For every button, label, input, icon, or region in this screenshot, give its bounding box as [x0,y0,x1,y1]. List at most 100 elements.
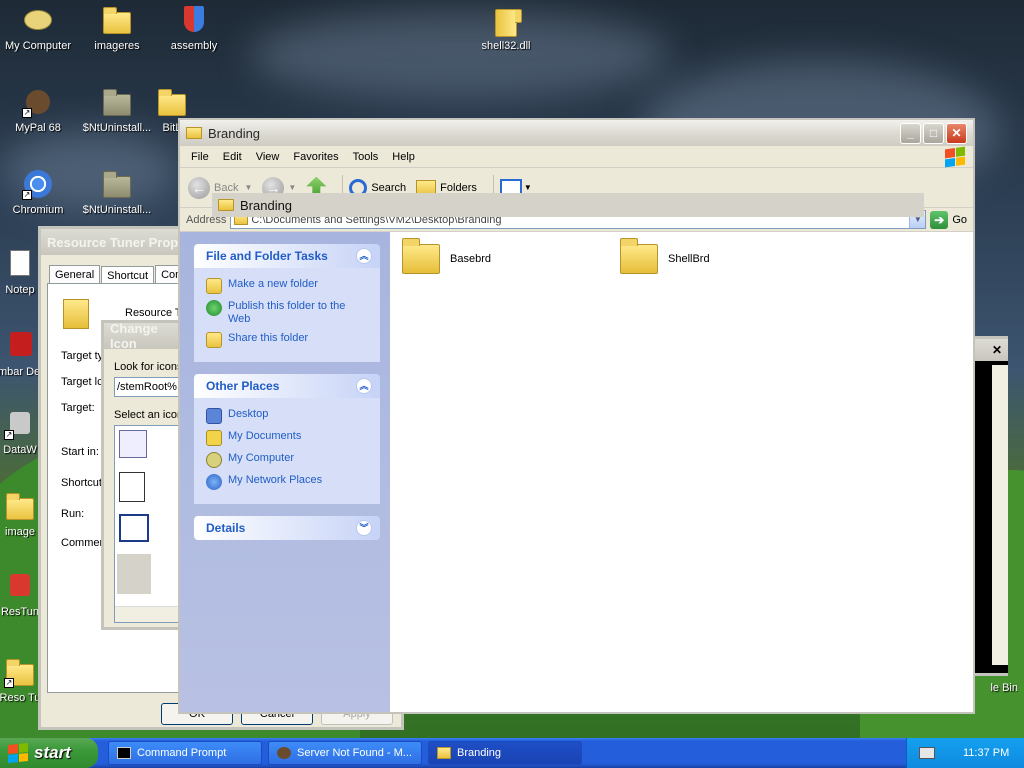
select-icon-label: Select an icon [114,409,184,421]
windows-logo-icon [8,742,28,764]
folder-icon [186,127,202,139]
restuner-icon [4,570,36,602]
folder-icon [437,747,451,759]
go-arrow-icon: ➔ [930,210,949,229]
rt-run-label: Run: [61,508,85,520]
make-new-folder-link[interactable]: Make a new folder [206,278,368,294]
back-arrow-icon: ← [188,176,210,199]
file-list-area[interactable]: Basebrd ShellBrd [390,232,973,712]
other-places-panel: Other Places ︽ Desktop My Documents My C… [194,374,380,504]
menu-favorites[interactable]: Favorites [286,151,345,163]
windows-logo-icon [945,146,965,168]
file-folder-tasks-header[interactable]: File and Folder Tasks ︽ [194,244,380,268]
app-window-icon[interactable] [119,514,149,542]
close-icon[interactable]: ✕ [988,341,1006,359]
folder-item-shellbrd[interactable]: ShellBrd [620,238,710,274]
desktop-icon-assembly[interactable]: assembly [152,4,236,52]
rt-comment-label: Commen [61,537,106,549]
branding-titlebar[interactable]: Branding _ □ ✕ [180,120,973,146]
rt-target-label: Target: [61,402,95,414]
raccoon-icon: ↗ [22,86,54,118]
share-folder-link[interactable]: Share this folder [206,332,368,348]
globe-icon [206,300,222,316]
menu-view[interactable]: View [249,151,287,163]
cmd-titlebar[interactable]: ✕ [973,339,1008,361]
folder-icon[interactable] [117,554,151,594]
menu-bar: File Edit View Favorites Tools Help [180,146,973,168]
embarcadero-icon [4,330,36,362]
desktop-icon-chromium[interactable]: ↗ Chromium [0,168,80,216]
shortcut-folder-icon [63,299,89,329]
address-bar: Branding Address C:\Documents and Settin… [180,193,973,232]
publish-to-web-link[interactable]: Publish this folder to the Web [206,300,368,326]
close-button[interactable]: ✕ [946,122,967,144]
raccoon-icon [277,747,291,759]
clock[interactable]: 11:37 PM [963,747,1009,759]
folder-item-basebrd[interactable]: Basebrd [402,238,491,274]
taskbar-item-branding[interactable]: Branding [428,741,582,765]
new-folder-icon [206,278,222,294]
folder-icon [156,86,188,118]
folder-icon [101,4,133,36]
tab-general[interactable]: General [49,265,101,284]
taskbar-item-browser[interactable]: Server Not Found - M... [268,741,422,765]
menu-help[interactable]: Help [385,151,422,163]
file-folder-tasks-panel: File and Folder Tasks ︽ Make a new folde… [194,244,380,362]
menu-file[interactable]: File [184,151,216,163]
folder-icon [101,86,133,118]
go-button[interactable]: ➔ Go [930,210,967,229]
my-computer-link[interactable]: My Computer [206,452,368,468]
shield-icon [178,4,210,36]
my-documents-link[interactable]: My Documents [206,430,368,446]
menu-tools[interactable]: Tools [346,151,386,163]
cmd-scrollbar[interactable] [992,365,1008,665]
collapse-icon[interactable]: ︽ [356,248,372,264]
expand-icon[interactable]: ︾ [356,520,372,536]
desktop-icon-mypal[interactable]: ↗ MyPal 68 [0,86,80,134]
taskbar: start Command Prompt Server Not Found - … [0,738,1024,768]
other-places-header[interactable]: Other Places ︽ [194,374,380,398]
explorer-body: File and Folder Tasks ︽ Make a new folde… [180,232,973,712]
menu-edit[interactable]: Edit [216,151,249,163]
share-folder-icon [206,332,222,348]
command-prompt-window[interactable]: ✕ [970,336,1008,676]
taskbar-item-command-prompt[interactable]: Command Prompt [108,741,262,765]
look-for-icons-label: Look for icons [114,361,183,373]
rt-start-in-label: Start in: [61,446,99,458]
desktop-icon-imageres[interactable]: imageres [75,4,159,52]
maximize-button[interactable]: □ [923,122,944,144]
folder-icon [490,4,522,37]
desktop-icon-shell32[interactable]: shell32.dll [464,4,548,52]
desktop-icon-my-computer[interactable]: My Computer [0,4,80,52]
start-button[interactable]: start [0,738,98,768]
desktop-link[interactable]: Desktop [206,408,368,424]
desktop-icon [206,408,222,424]
minimize-button[interactable]: _ [900,122,921,144]
chevron-down-icon: ▼ [288,183,297,192]
collapse-icon[interactable]: ︽ [356,378,372,394]
folder-icon [402,238,440,274]
folder-icon [218,199,234,211]
folder-icon [4,490,36,522]
window-icon[interactable] [119,430,147,458]
branding-explorer-window[interactable]: Branding _ □ ✕ File Edit View Favorites … [178,118,975,714]
chromium-icon: ↗ [22,168,54,200]
my-network-places-link[interactable]: My Network Places [206,474,368,490]
folder-icon [101,168,133,200]
details-header[interactable]: Details ︾ [194,516,380,540]
desktop-icon-ntuninstall-2[interactable]: $NtUninstall... [75,168,159,216]
desktop-icon-ntuninstall-1[interactable]: $NtUninstall... [75,86,159,134]
network-icon [206,474,222,490]
computer-icon [22,4,54,36]
folder-icon [620,238,658,274]
chevron-down-icon: ▼ [244,183,253,192]
details-panel: Details ︾ [194,516,380,540]
keyboard-icon[interactable] [919,747,935,759]
rt-target-location-label: Target lc [61,376,103,388]
document-icon[interactable] [119,472,145,502]
computer-icon [206,452,222,468]
notepad-icon [4,248,36,280]
database-icon: ↗ [4,408,36,440]
system-tray: 11:37 PM [906,738,1024,768]
console-icon [117,747,131,759]
